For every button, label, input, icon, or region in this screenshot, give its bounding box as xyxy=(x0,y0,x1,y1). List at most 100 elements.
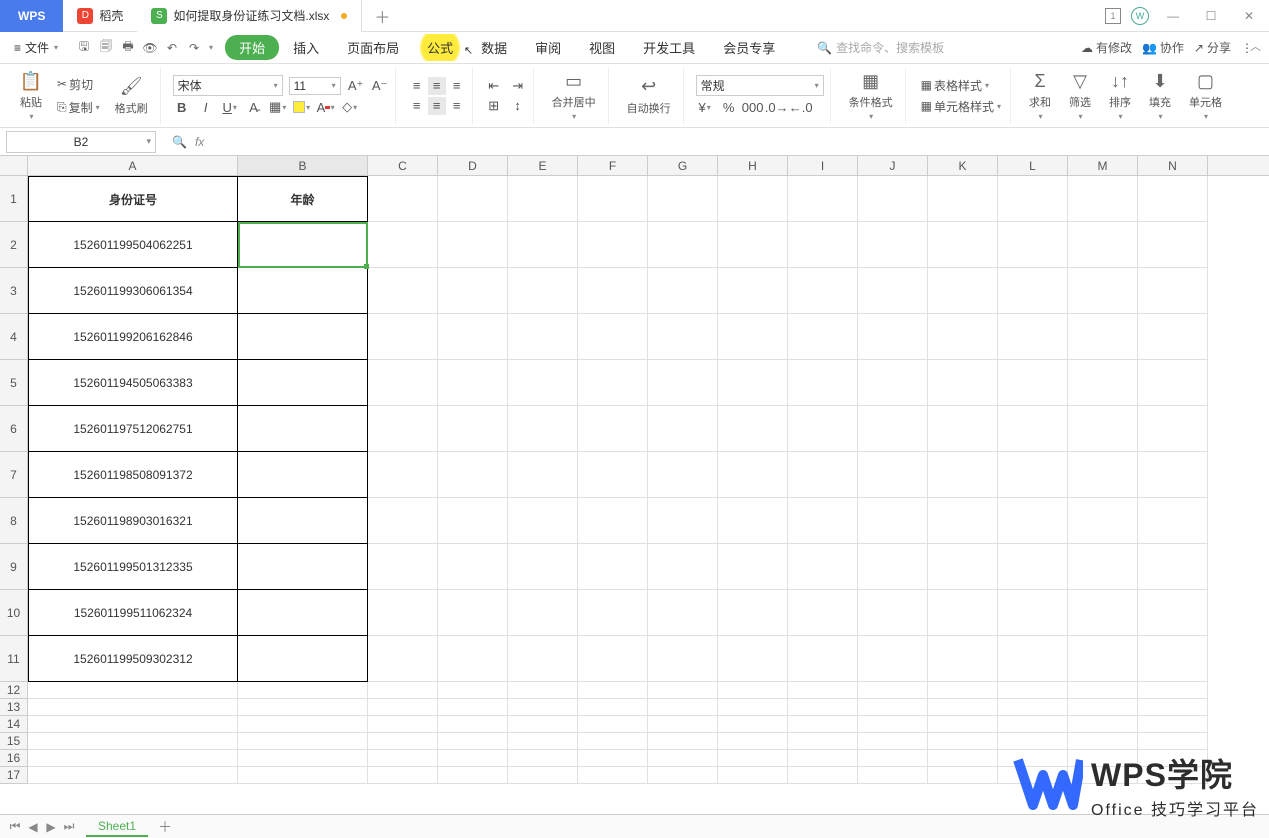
cell-G9[interactable] xyxy=(648,544,718,590)
cell-K15[interactable] xyxy=(928,733,998,750)
cell-G7[interactable] xyxy=(648,452,718,498)
align-top-icon[interactable]: ≡ xyxy=(408,77,426,95)
copy-button[interactable]: ⎘ 复制▾ xyxy=(54,98,103,117)
cell-F6[interactable] xyxy=(578,406,648,452)
cell-G11[interactable] xyxy=(648,636,718,682)
cell-L12[interactable] xyxy=(998,682,1068,699)
name-box[interactable]: B2▾ xyxy=(6,131,156,153)
cell-M4[interactable] xyxy=(1068,314,1138,360)
fill-color-icon[interactable]: ▾ xyxy=(293,98,311,116)
row-header-11[interactable]: 11 xyxy=(0,636,28,682)
cell-E12[interactable] xyxy=(508,682,578,699)
cell-H13[interactable] xyxy=(718,699,788,716)
cell-B7[interactable] xyxy=(238,452,368,498)
cell-M2[interactable] xyxy=(1068,222,1138,268)
cell-L13[interactable] xyxy=(998,699,1068,716)
cell-C14[interactable] xyxy=(368,716,438,733)
cell-F4[interactable] xyxy=(578,314,648,360)
row-header-8[interactable]: 8 xyxy=(0,498,28,544)
cell-F5[interactable] xyxy=(578,360,648,406)
align-left-icon[interactable]: ≡ xyxy=(408,97,426,115)
cell-K10[interactable] xyxy=(928,590,998,636)
cell-C15[interactable] xyxy=(368,733,438,750)
comma-icon[interactable]: 000 xyxy=(744,98,762,116)
cell-A2[interactable]: 152601199504062251 xyxy=(28,222,238,268)
col-header-J[interactable]: J xyxy=(858,156,928,175)
row-header-9[interactable]: 9 xyxy=(0,544,28,590)
cell-button[interactable]: ▢单元格▾ xyxy=(1183,68,1228,123)
cell-E10[interactable] xyxy=(508,590,578,636)
cell-L8[interactable] xyxy=(998,498,1068,544)
cell-A3[interactable]: 152601199306061354 xyxy=(28,268,238,314)
cell-I10[interactable] xyxy=(788,590,858,636)
tab-review[interactable]: 审阅 xyxy=(521,34,575,61)
cell-K5[interactable] xyxy=(928,360,998,406)
cell-D17[interactable] xyxy=(438,767,508,784)
cell-B14[interactable] xyxy=(238,716,368,733)
cell-E8[interactable] xyxy=(508,498,578,544)
cell-L5[interactable] xyxy=(998,360,1068,406)
cell-N5[interactable] xyxy=(1138,360,1208,406)
cell-G13[interactable] xyxy=(648,699,718,716)
cell-B5[interactable] xyxy=(238,360,368,406)
strike-icon[interactable]: A̵ xyxy=(245,98,263,116)
cell-G1[interactable] xyxy=(648,176,718,222)
cell-C11[interactable] xyxy=(368,636,438,682)
cell-L11[interactable] xyxy=(998,636,1068,682)
tab-document[interactable]: S 如何提取身份证练习文档.xlsx xyxy=(137,0,362,32)
row-header-1[interactable]: 1 xyxy=(0,176,28,222)
col-header-C[interactable]: C xyxy=(368,156,438,175)
col-header-H[interactable]: H xyxy=(718,156,788,175)
cell-E5[interactable] xyxy=(508,360,578,406)
cell-F14[interactable] xyxy=(578,716,648,733)
cell-J5[interactable] xyxy=(858,360,928,406)
cell-C6[interactable] xyxy=(368,406,438,452)
cell-E7[interactable] xyxy=(508,452,578,498)
cell-E16[interactable] xyxy=(508,750,578,767)
cell-A15[interactable] xyxy=(28,733,238,750)
tab-wps-home[interactable]: WPS xyxy=(0,0,63,32)
cell-D12[interactable] xyxy=(438,682,508,699)
cell-N15[interactable] xyxy=(1138,733,1208,750)
cell-G6[interactable] xyxy=(648,406,718,452)
cell-D4[interactable] xyxy=(438,314,508,360)
tab-daoke[interactable]: D 稻壳 xyxy=(63,0,137,32)
sheet-nav-last[interactable]: ⏭ xyxy=(60,819,78,834)
cell-G5[interactable] xyxy=(648,360,718,406)
cell-L15[interactable] xyxy=(998,733,1068,750)
cell-C5[interactable] xyxy=(368,360,438,406)
cell-L16[interactable] xyxy=(998,750,1068,767)
cell-M16[interactable] xyxy=(1068,750,1138,767)
cell-J13[interactable] xyxy=(858,699,928,716)
cell-G15[interactable] xyxy=(648,733,718,750)
row-header-4[interactable]: 4 xyxy=(0,314,28,360)
cell-M14[interactable] xyxy=(1068,716,1138,733)
cell-B15[interactable] xyxy=(238,733,368,750)
cell-J7[interactable] xyxy=(858,452,928,498)
cell-M7[interactable] xyxy=(1068,452,1138,498)
indent-increase-icon[interactable]: ⇥ xyxy=(509,77,527,95)
cell-N13[interactable] xyxy=(1138,699,1208,716)
tab-vip[interactable]: 会员专享 xyxy=(709,34,789,61)
sum-button[interactable]: Σ求和▾ xyxy=(1023,68,1057,123)
fill-button[interactable]: ⬇填充▾ xyxy=(1143,68,1177,123)
align-bottom-icon[interactable]: ≡ xyxy=(448,77,466,95)
cell-N12[interactable] xyxy=(1138,682,1208,699)
cell-A14[interactable] xyxy=(28,716,238,733)
cell-N7[interactable] xyxy=(1138,452,1208,498)
cell-L10[interactable] xyxy=(998,590,1068,636)
cell-I16[interactable] xyxy=(788,750,858,767)
cell-K16[interactable] xyxy=(928,750,998,767)
cell-N3[interactable] xyxy=(1138,268,1208,314)
cell-B11[interactable] xyxy=(238,636,368,682)
cell-H5[interactable] xyxy=(718,360,788,406)
cell-N6[interactable] xyxy=(1138,406,1208,452)
cell-L6[interactable] xyxy=(998,406,1068,452)
cell-N11[interactable] xyxy=(1138,636,1208,682)
row-header-5[interactable]: 5 xyxy=(0,360,28,406)
cell-G14[interactable] xyxy=(648,716,718,733)
cell-K8[interactable] xyxy=(928,498,998,544)
indent-decrease-icon[interactable]: ⇤ xyxy=(485,77,503,95)
cell-M8[interactable] xyxy=(1068,498,1138,544)
cell-L3[interactable] xyxy=(998,268,1068,314)
